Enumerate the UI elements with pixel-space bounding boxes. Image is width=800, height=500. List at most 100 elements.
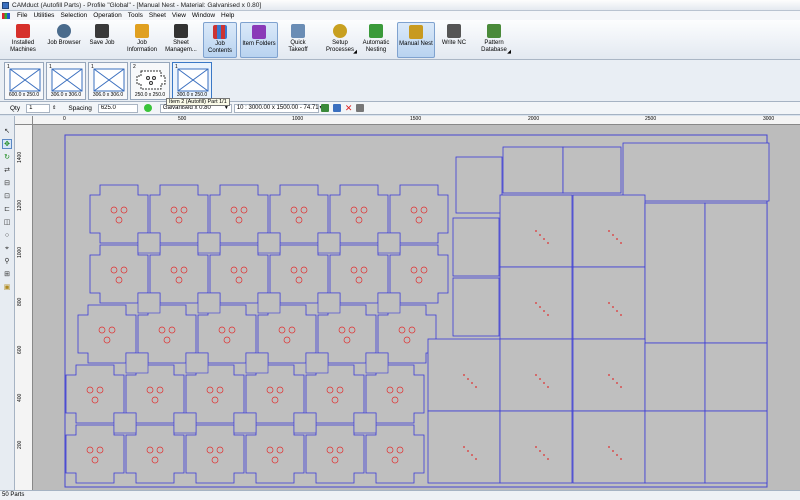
nested-part[interactable]	[305, 352, 329, 374]
nested-part[interactable]	[452, 277, 500, 337]
sheet-layout[interactable]	[33, 125, 800, 490]
nested-part[interactable]	[185, 352, 209, 374]
properties-tool-icon[interactable]: ▣	[2, 282, 12, 292]
nest-canvas[interactable]	[33, 125, 800, 490]
menu-sheet[interactable]: Sheet	[146, 12, 169, 19]
x-tick-label: 2500	[645, 116, 657, 122]
nested-part[interactable]	[452, 217, 500, 277]
nested-part[interactable]	[293, 412, 317, 434]
setup-dropdown-icon[interactable]: ◢	[353, 49, 357, 56]
job-information-label: Job Information	[126, 40, 157, 53]
menu-selection[interactable]: Selection	[57, 12, 90, 19]
nested-part[interactable]	[353, 412, 377, 434]
pin-tool-icon[interactable]: ⌖	[2, 243, 12, 253]
nested-part[interactable]	[644, 342, 706, 412]
save-job-button[interactable]: Save Job	[88, 22, 116, 58]
sheet-management-button[interactable]: Sheet Managem...	[162, 22, 200, 58]
item-folders-button[interactable]: Item Folders	[240, 22, 278, 58]
part-thumbnail[interactable]: 1 306.0 x 306.0	[88, 62, 128, 100]
rotate-tool-icon[interactable]: ↻	[2, 152, 12, 162]
nested-part[interactable]	[197, 292, 221, 314]
nested-part[interactable]	[365, 352, 389, 374]
nested-part[interactable]	[644, 410, 706, 484]
write-nc-button[interactable]: Write NC	[440, 22, 468, 58]
setup-processes-button[interactable]: Setup Processes ◢	[322, 22, 358, 58]
align-tool-icon[interactable]: ⊟	[2, 178, 12, 188]
x-tick-label: 0	[63, 116, 66, 122]
zoom-icon[interactable]: ⚲	[2, 256, 12, 266]
job-browser-button[interactable]: Job Browser	[44, 22, 84, 58]
part-thumbnail[interactable]: 1 306.0 x 306.0	[46, 62, 86, 100]
move-tool-icon[interactable]: ✥	[2, 139, 12, 149]
nested-part[interactable]	[455, 156, 503, 214]
qty-spinner-icon[interactable]: ⇕	[52, 105, 56, 111]
apply-icon[interactable]	[143, 104, 152, 112]
job-information-button[interactable]: Job Information	[124, 22, 160, 58]
nested-part[interactable]	[562, 146, 622, 194]
menu-help[interactable]: Help	[218, 12, 237, 19]
nested-part[interactable]	[197, 232, 221, 254]
quick-takeoff-button[interactable]: Quick Takeoff	[283, 22, 313, 58]
nested-part[interactable]	[113, 412, 137, 434]
nested-part[interactable]	[257, 292, 281, 314]
pattern-dropdown-icon[interactable]: ◢	[507, 49, 511, 56]
nested-part[interactable]	[257, 232, 281, 254]
nested-part[interactable]	[622, 142, 770, 202]
select-tool-icon[interactable]: ↖	[2, 126, 12, 136]
measure-tool-icon[interactable]: ⊞	[2, 269, 12, 279]
snap-tool-icon[interactable]: ⊡	[2, 191, 12, 201]
nested-part[interactable]	[245, 352, 269, 374]
menu-window[interactable]: Window	[189, 12, 218, 19]
menu-tools[interactable]: Tools	[125, 12, 146, 19]
save-icon	[95, 24, 109, 38]
zoom-fit-icon[interactable]: ◫	[2, 217, 12, 227]
sheet-add-icon[interactable]	[320, 104, 329, 112]
job-contents-button[interactable]: Job Contents	[203, 22, 237, 58]
pattern-database-button[interactable]: Pattern Database ◢	[476, 22, 512, 58]
installed-machines-button[interactable]: Installed Machines	[6, 22, 40, 58]
nested-part[interactable]	[173, 412, 197, 434]
automatic-nesting-button[interactable]: Automatic Nesting	[360, 22, 392, 58]
part-thumbnail[interactable]: 2 250.0 x 250.0	[130, 62, 170, 100]
spacing-input[interactable]	[97, 103, 138, 113]
title-bar: CAMduct (Autofill Parts) - Profile "Glob…	[0, 0, 800, 11]
part-preview-icon	[177, 68, 209, 92]
window-title: CAMduct (Autofill Parts) - Profile "Glob…	[12, 1, 262, 9]
nested-part[interactable]	[317, 232, 341, 254]
stretch-tool-icon[interactable]: ⊏	[2, 204, 12, 214]
nested-part[interactable]	[704, 410, 768, 484]
sheet-select[interactable]: 10 : 3000.00 x 1500.00 - 74.71 ▼	[233, 103, 324, 113]
pan-tool-icon[interactable]: ○	[2, 230, 12, 240]
app-icon	[2, 1, 9, 9]
nested-part[interactable]	[137, 292, 161, 314]
part-hole	[535, 302, 537, 304]
part-thumbnail[interactable]: 1 600.0 x 250.0	[4, 62, 44, 100]
nested-part[interactable]	[644, 202, 706, 344]
trash-icon[interactable]	[356, 104, 365, 112]
menu-view[interactable]: View	[169, 12, 189, 19]
nested-part[interactable]	[377, 232, 401, 254]
nested-part[interactable]	[377, 292, 401, 314]
mirror-tool-icon[interactable]: ⇄	[2, 165, 12, 175]
job-contents-icon	[213, 25, 227, 39]
nested-part[interactable]	[704, 202, 768, 344]
nested-part[interactable]	[137, 232, 161, 254]
delete-icon[interactable]: ✕	[345, 103, 353, 114]
nested-part[interactable]	[317, 292, 341, 314]
part-preview-icon	[51, 68, 83, 92]
parts-count: 50 Parts	[2, 492, 25, 498]
part-thumbnail[interactable]: 1 300.0 x 250.0	[172, 62, 212, 100]
y-tick-label: 800	[17, 297, 23, 306]
sheet-edit-icon[interactable]	[332, 104, 341, 112]
nested-part[interactable]	[704, 342, 768, 412]
menu-operation[interactable]: Operation	[90, 12, 125, 19]
qty-input[interactable]	[26, 103, 51, 113]
menu-file[interactable]: File	[14, 12, 30, 19]
nested-part[interactable]	[125, 352, 149, 374]
nested-part[interactable]	[233, 412, 257, 434]
menu-utilities[interactable]: Utilities	[30, 12, 57, 19]
nested-part[interactable]	[502, 146, 564, 194]
manual-nest-button[interactable]: Manual Nest	[397, 22, 435, 58]
app-menu-icon[interactable]	[2, 12, 10, 19]
item-thumbnail-strip: 1 600.0 x 250.0 1 306.0 x 306.0 1 306.0 …	[0, 60, 800, 102]
